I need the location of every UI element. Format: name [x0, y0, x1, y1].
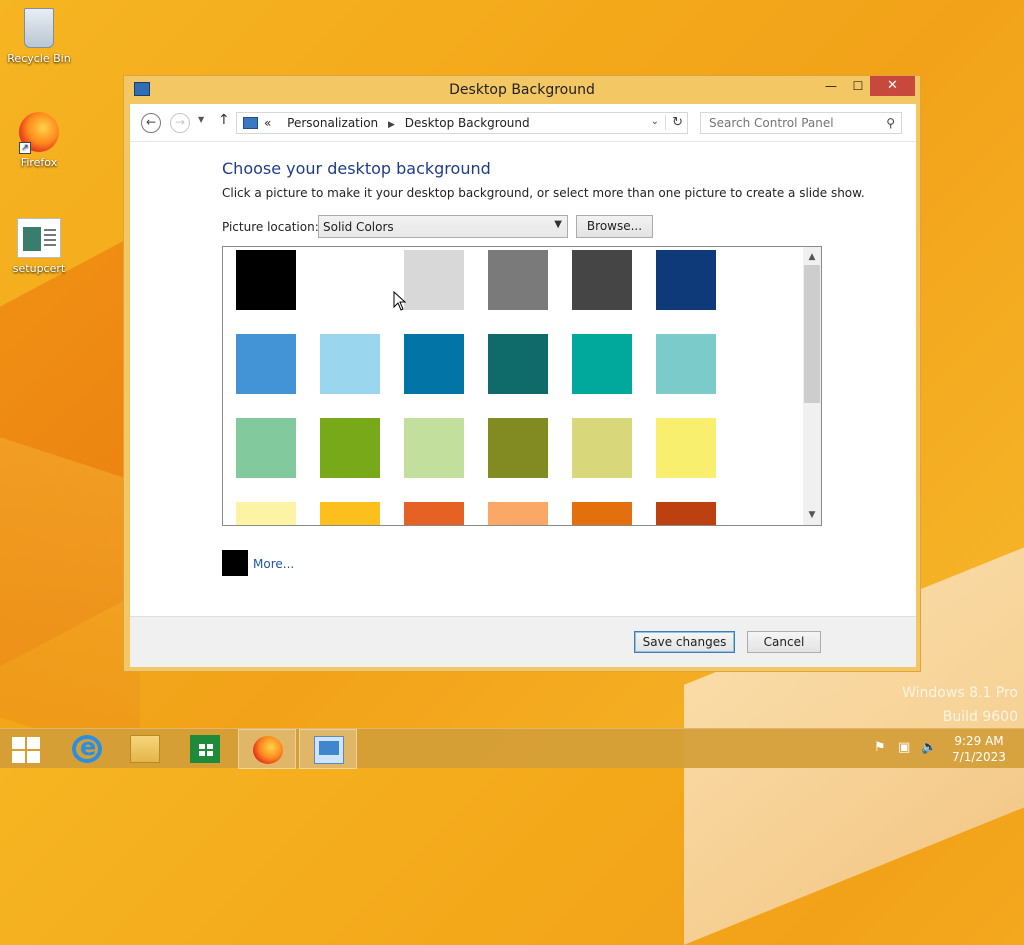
document-icon: [17, 218, 61, 258]
color-swatch[interactable]: [236, 418, 296, 478]
desktop-icon-label: Firefox: [20, 156, 58, 169]
color-swatch[interactable]: [404, 502, 464, 525]
current-color-swatch[interactable]: [222, 550, 248, 576]
color-swatch[interactable]: [320, 502, 380, 525]
save-changes-button[interactable]: Save changes: [634, 631, 735, 653]
network-icon[interactable]: ▣: [898, 740, 914, 756]
start-button[interactable]: [0, 729, 58, 769]
wallpaper-shape: [0, 437, 140, 763]
scroll-up-icon[interactable]: ▲: [803, 249, 821, 265]
up-button[interactable]: ↑: [218, 112, 230, 128]
action-center-flag-icon[interactable]: ⚑: [874, 740, 890, 756]
color-swatch[interactable]: [236, 334, 296, 394]
back-button[interactable]: ←: [141, 113, 161, 133]
refresh-icon[interactable]: ↻: [665, 115, 683, 130]
scrollbar-thumb[interactable]: [804, 265, 820, 403]
browse-button[interactable]: Browse...: [576, 215, 653, 238]
color-swatch[interactable]: [236, 502, 296, 525]
search-icon[interactable]: ⚲: [886, 116, 895, 130]
firefox-icon: [253, 736, 283, 764]
scroll-down-icon[interactable]: ▼: [803, 507, 821, 523]
address-bar[interactable]: « Personalization ▶ Desktop Background ⌄…: [236, 112, 688, 134]
cancel-button[interactable]: Cancel: [747, 631, 821, 653]
breadcrumb-desktop-background[interactable]: Desktop Background: [405, 116, 530, 130]
color-swatch-grid: ▲ ▼: [222, 246, 822, 526]
color-swatch[interactable]: [488, 418, 548, 478]
search-input[interactable]: [701, 113, 871, 133]
clock-date: 7/1/2023: [952, 750, 1006, 764]
color-swatch[interactable]: [404, 250, 464, 310]
color-swatch[interactable]: [656, 418, 716, 478]
windows-logo-icon: [12, 737, 40, 763]
breadcrumb-overflow[interactable]: «: [264, 116, 271, 130]
clock-time: 9:29 AM: [954, 734, 1004, 748]
os-watermark-edition: Windows 8.1 Pro: [902, 685, 1018, 701]
color-swatch[interactable]: [656, 250, 716, 310]
chevron-right-icon[interactable]: ▶: [382, 120, 401, 130]
address-dropdown-icon[interactable]: ⌄: [651, 116, 659, 127]
window-client: ← → ▼ ↑ « Personalization ▶ Desktop Back…: [130, 104, 916, 667]
forward-button[interactable]: →: [170, 113, 190, 133]
color-swatch[interactable]: [488, 334, 548, 394]
minimize-button[interactable]: —: [817, 76, 845, 96]
picture-location-label: Picture location:: [222, 220, 319, 234]
color-swatch[interactable]: [320, 418, 380, 478]
recent-locations-dropdown[interactable]: ▼: [198, 115, 204, 124]
color-swatch[interactable]: [488, 502, 548, 525]
color-swatch[interactable]: [404, 418, 464, 478]
vertical-scrollbar[interactable]: ▲ ▼: [803, 247, 821, 525]
shortcut-arrow-icon: ↗: [19, 142, 31, 154]
control-panel-icon: [314, 736, 344, 764]
color-swatch[interactable]: [404, 334, 464, 394]
breadcrumb-personalization[interactable]: Personalization: [287, 116, 378, 130]
color-swatch[interactable]: [488, 250, 548, 310]
desktop-icon-firefox[interactable]: ↗ Firefox: [1, 112, 77, 169]
close-button[interactable]: ✕: [870, 76, 915, 96]
more-colors-link[interactable]: More...: [253, 557, 294, 571]
maximize-button[interactable]: ☐: [844, 76, 872, 96]
taskbar-file-explorer[interactable]: [116, 729, 174, 769]
taskbar-firefox[interactable]: [238, 729, 296, 769]
desktop-icon-setupcert[interactable]: setupcert: [1, 218, 77, 275]
color-swatch[interactable]: [656, 502, 716, 525]
clock[interactable]: 9:29 AM 7/1/2023: [944, 733, 1014, 765]
desktop-background-window: Desktop Background — ☐ ✕ ← → ▼ ↑ « Perso…: [123, 75, 921, 672]
recycle-bin-icon: [24, 8, 54, 48]
title-bar[interactable]: Desktop Background — ☐ ✕: [124, 76, 920, 104]
color-swatch[interactable]: [572, 334, 632, 394]
window-title: Desktop Background: [449, 82, 595, 98]
color-swatch[interactable]: [320, 334, 380, 394]
desktop-icon-label: setupcert: [12, 262, 66, 275]
folder-icon: [130, 735, 160, 763]
color-swatch[interactable]: [320, 250, 380, 310]
color-swatch[interactable]: [572, 502, 632, 525]
dialog-footer: Save changes Cancel: [130, 616, 916, 667]
taskbar-internet-explorer[interactable]: [58, 729, 116, 769]
color-swatch[interactable]: [572, 250, 632, 310]
color-swatch[interactable]: [572, 418, 632, 478]
picture-location-value: Solid Colors: [323, 220, 394, 234]
breadcrumb: « Personalization ▶ Desktop Background: [264, 116, 530, 130]
volume-muted-icon[interactable]: 🔈: [921, 740, 937, 756]
page-description: Click a picture to make it your desktop …: [222, 186, 865, 200]
navigation-bar: ← → ▼ ↑ « Personalization ▶ Desktop Back…: [130, 104, 916, 142]
desktop-icon-label: Recycle Bin: [7, 52, 71, 65]
firefox-icon: ↗: [19, 112, 59, 154]
taskbar: ⚑ ▣ 🔈 9:29 AM 7/1/2023: [0, 728, 1024, 769]
taskbar-control-panel[interactable]: [299, 729, 357, 769]
taskbar-store[interactable]: [176, 729, 234, 769]
picture-location-select[interactable]: Solid Colors ▼: [318, 215, 568, 238]
color-swatch[interactable]: [236, 250, 296, 310]
internet-explorer-icon: [72, 733, 102, 763]
search-box[interactable]: ⚲: [700, 112, 902, 134]
color-swatch[interactable]: [656, 334, 716, 394]
os-watermark-build: Build 9600: [942, 709, 1018, 725]
control-panel-icon: [243, 117, 258, 129]
store-icon: [190, 735, 220, 763]
desktop-icon-recycle-bin[interactable]: Recycle Bin: [1, 8, 77, 65]
chevron-down-icon: ▼: [554, 219, 562, 230]
page-title: Choose your desktop background: [222, 159, 491, 178]
